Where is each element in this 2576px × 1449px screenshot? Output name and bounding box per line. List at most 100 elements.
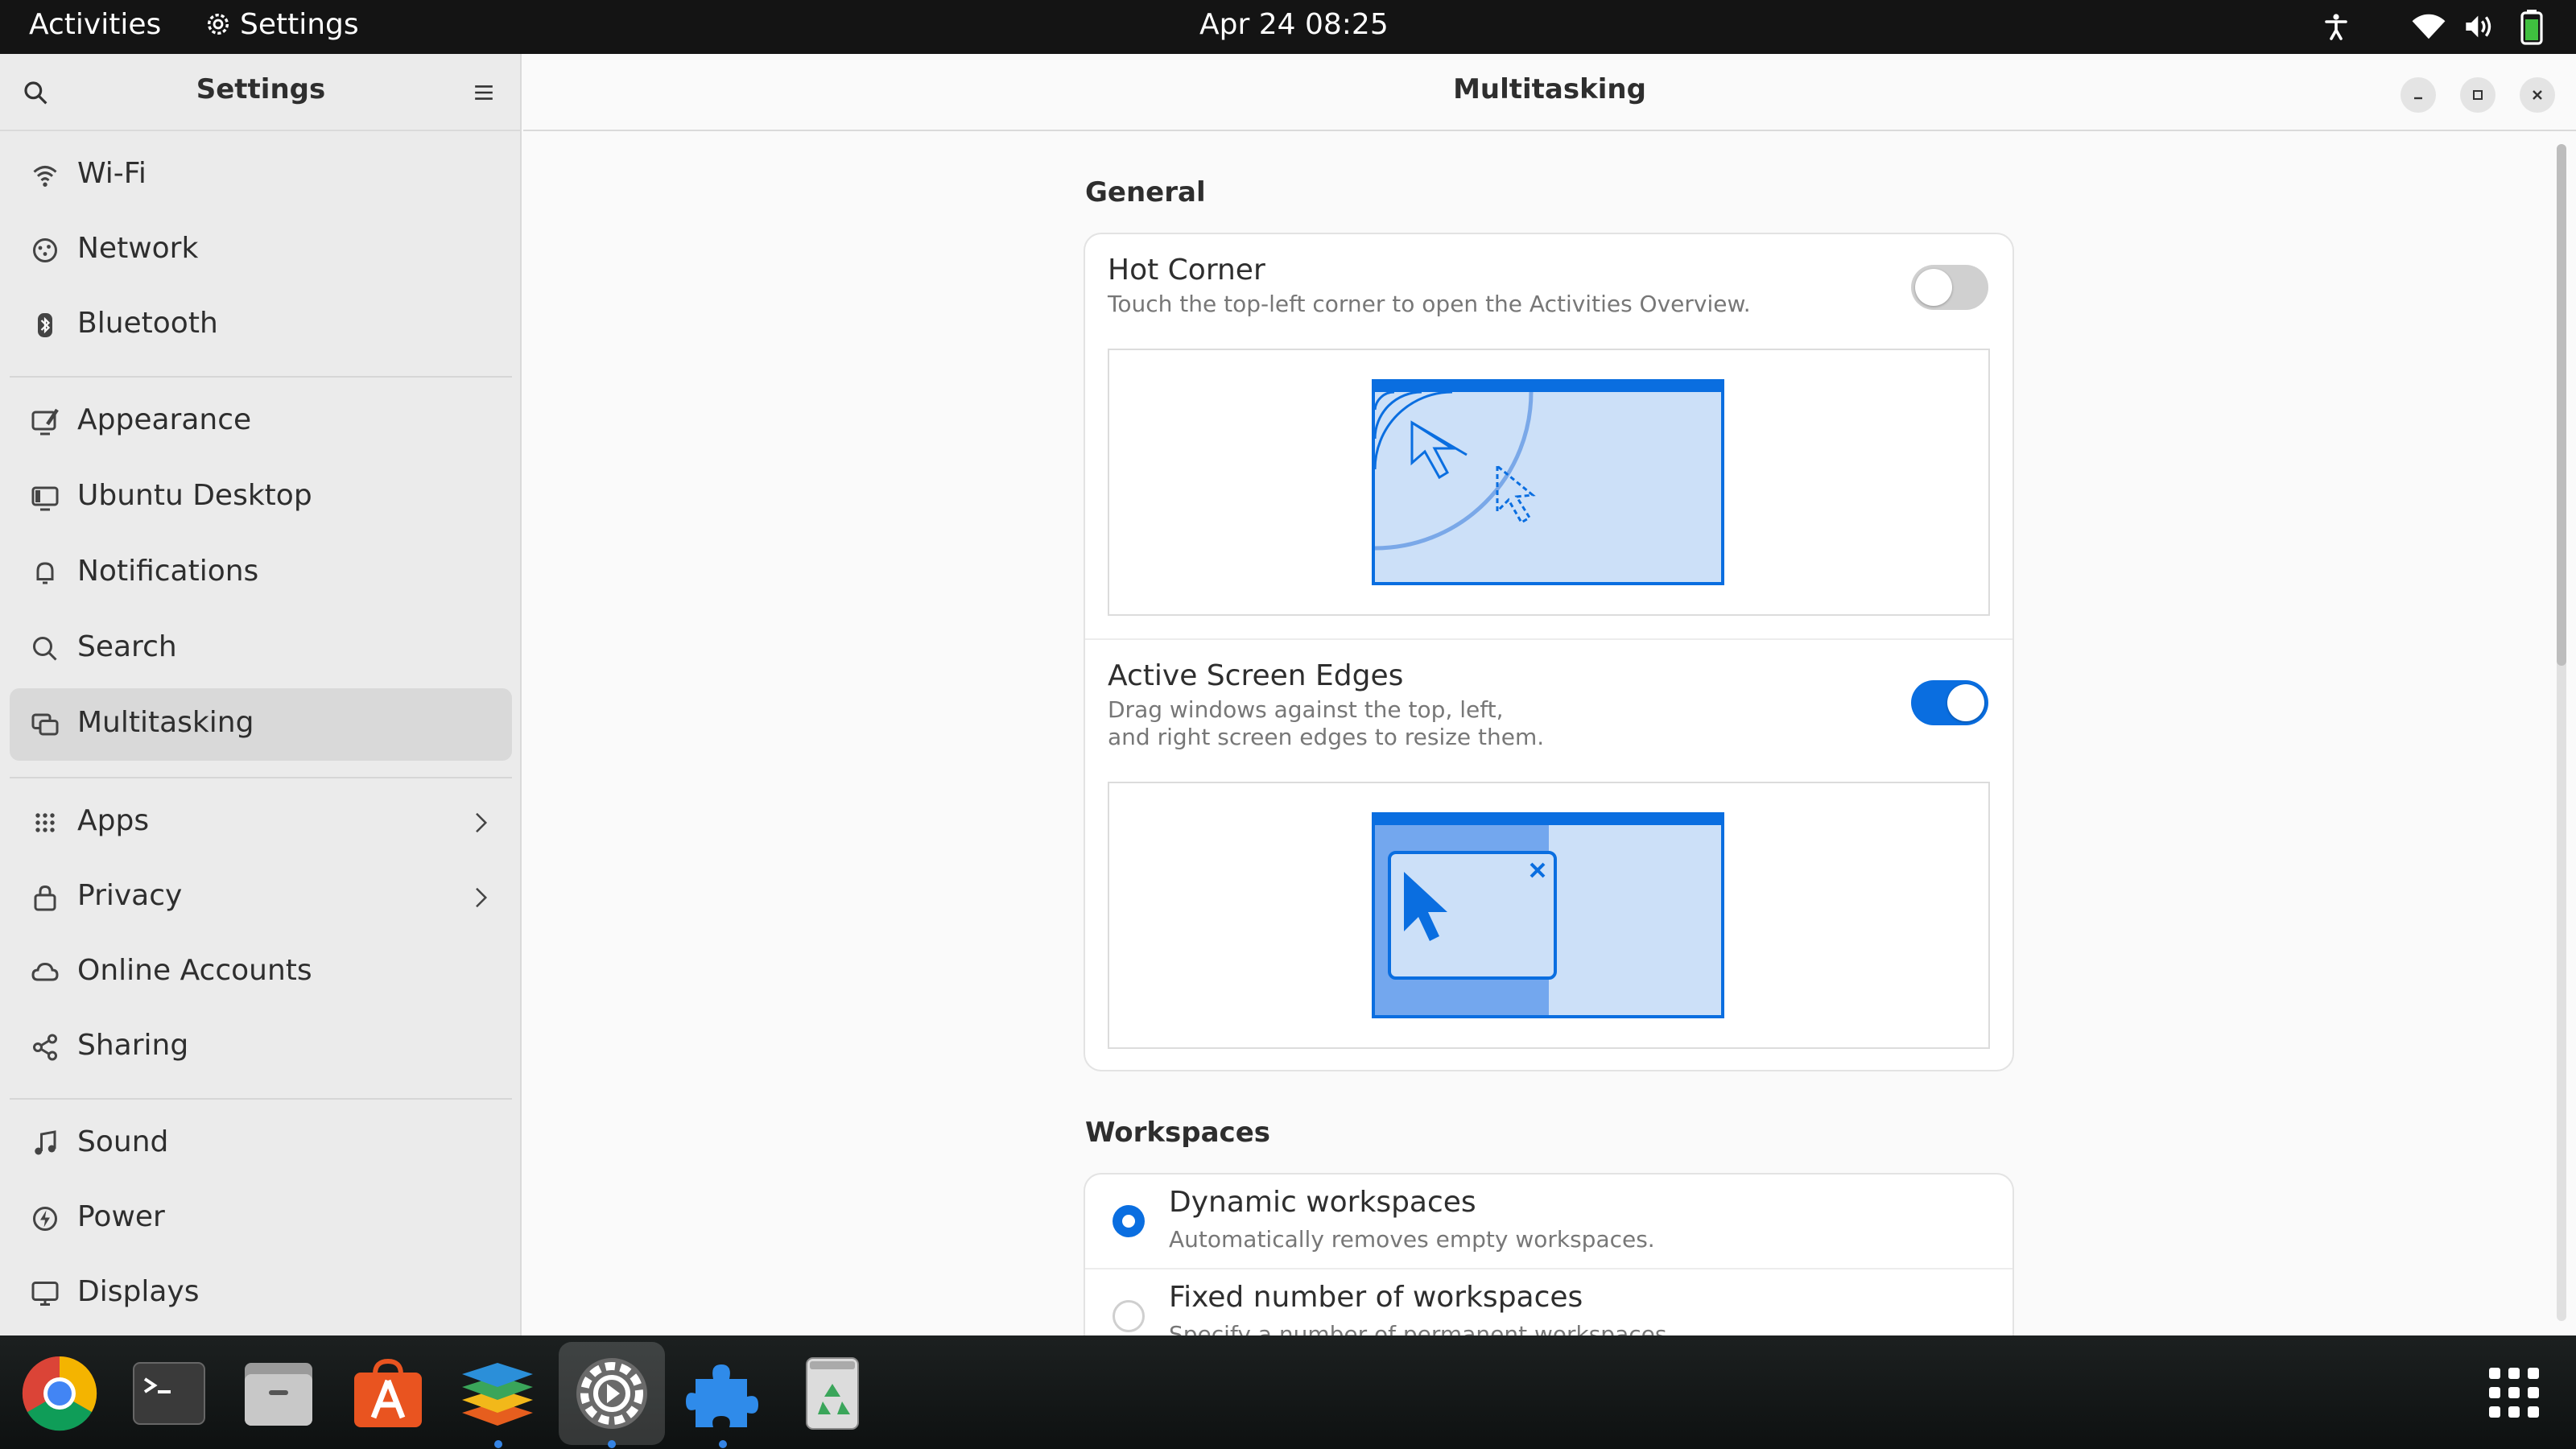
sidebar-item-power[interactable]: Power: [10, 1183, 512, 1255]
sidebar-item-label: Search: [77, 630, 177, 663]
sidebar-item-label: Wi-Fi: [77, 157, 147, 190]
fixed-workspaces-title[interactable]: Fixed number of workspaces: [1169, 1281, 1583, 1314]
sidebar-item-appearance[interactable]: Appearance: [10, 386, 512, 458]
display-icon: [31, 1279, 60, 1308]
wifi-status-icon[interactable]: [2412, 13, 2446, 47]
chevron-right-icon: [469, 886, 493, 910]
close-icon: [2533, 90, 2542, 100]
fixed-workspaces-radio[interactable]: [1113, 1300, 1145, 1332]
sidebar: Settings Wi-Fi Network Bluetooth Appeara…: [0, 54, 522, 1335]
workspaces-section-title: Workspaces: [1085, 1117, 1270, 1149]
hot-corner-title: Hot Corner: [1108, 254, 1265, 287]
running-indicator: [719, 1440, 727, 1448]
sidebar-item-apps[interactable]: Apps: [10, 786, 512, 859]
sidebar-item-label: Multitasking: [77, 706, 254, 739]
clock[interactable]: Apr 24 08:25: [1199, 8, 1389, 41]
sidebar-item-sound[interactable]: Sound: [10, 1108, 512, 1180]
layers-app-icon[interactable]: [459, 1355, 536, 1432]
sidebar-item-label: Displays: [77, 1275, 200, 1308]
dynamic-workspaces-subtitle: Automatically removes empty workspaces.: [1169, 1226, 1655, 1253]
chrome-app-icon[interactable]: [21, 1355, 98, 1432]
sidebar-item-network[interactable]: Network: [10, 214, 512, 287]
running-indicator: [494, 1440, 502, 1448]
header-bar: Multitasking: [523, 54, 2576, 131]
sidebar-title: Settings: [196, 73, 326, 105]
battery-icon[interactable]: [2520, 10, 2544, 52]
close-button[interactable]: [2520, 77, 2555, 113]
sidebar-divider: [10, 376, 512, 378]
search-icon: [31, 634, 60, 663]
bluetooth-icon: [31, 311, 60, 340]
sidebar-item-label: Privacy: [77, 879, 183, 912]
sidebar-item-label: Network: [77, 232, 199, 265]
ubuntu-desktop-icon: [31, 483, 60, 512]
sidebar-divider: [10, 1098, 512, 1100]
sidebar-header: Settings: [0, 54, 520, 131]
top-bar: Activities Settings Apr 24 08:25: [0, 0, 2576, 54]
hot-corner-illustration: [1108, 349, 1990, 616]
sidebar-item-label: Sharing: [77, 1029, 189, 1062]
apps-grid-icon: [31, 808, 60, 837]
network-icon: [31, 236, 60, 265]
sidebar-item-wifi[interactable]: Wi-Fi: [10, 139, 512, 212]
hot-corner-image: [1372, 379, 1724, 585]
dock: [0, 1335, 2576, 1449]
lock-icon: [31, 883, 60, 912]
power-icon: [31, 1204, 60, 1233]
active-edges-switch[interactable]: [1911, 680, 1988, 725]
terminal-app-icon[interactable]: [130, 1355, 208, 1432]
app-center-icon[interactable]: [349, 1355, 427, 1432]
sidebar-item-label: Apps: [77, 804, 150, 837]
appearance-icon: [31, 407, 60, 436]
sidebar-item-privacy[interactable]: Privacy: [10, 861, 512, 934]
share-icon: [31, 1033, 60, 1062]
settings-app-icon[interactable]: [573, 1355, 650, 1432]
workspaces-card: Dynamic workspaces Automatically removes…: [1085, 1174, 2013, 1335]
minimize-button[interactable]: [2401, 77, 2436, 113]
hot-corner-switch[interactable]: [1911, 265, 1988, 310]
app-menu-label[interactable]: Settings: [240, 8, 359, 41]
settings-window: Settings Wi-Fi Network Bluetooth Appeara…: [0, 54, 2576, 1335]
multitasking-icon: [31, 710, 60, 739]
show-apps-grid-icon[interactable]: [2487, 1366, 2541, 1422]
sidebar-divider: [10, 777, 512, 778]
hamburger-menu-icon[interactable]: [473, 83, 494, 105]
fixed-workspaces-subtitle: Specify a number of permanent workspaces…: [1169, 1321, 1674, 1335]
row-separator: [1085, 638, 2013, 640]
active-edges-subtitle-line2: and right screen edges to resize them.: [1108, 724, 1545, 750]
activities-button[interactable]: Activities: [29, 8, 161, 41]
sidebar-item-displays[interactable]: Displays: [10, 1257, 512, 1330]
sidebar-item-notifications[interactable]: Notifications: [10, 537, 512, 609]
scrollbar-thumb[interactable]: [2557, 144, 2566, 666]
sidebar-item-ubuntu-desktop[interactable]: Ubuntu Desktop: [10, 461, 512, 534]
dynamic-workspaces-radio[interactable]: [1113, 1205, 1145, 1237]
accessibility-icon[interactable]: [2322, 11, 2351, 49]
scrollbar[interactable]: [2557, 144, 2566, 1321]
active-edges-illustration: [1108, 782, 1990, 1049]
sidebar-item-search[interactable]: Search: [10, 613, 512, 685]
page-title: Multitasking: [1453, 73, 1646, 105]
main-panel: Multitasking General Hot Corner Touch th…: [523, 54, 2576, 1335]
sidebar-item-bluetooth[interactable]: Bluetooth: [10, 289, 512, 361]
settings-gear-icon: [204, 10, 232, 45]
sidebar-item-label: Ubuntu Desktop: [77, 479, 312, 512]
maximize-button[interactable]: [2460, 77, 2496, 113]
sidebar-item-online-accounts[interactable]: Online Accounts: [10, 936, 512, 1009]
volume-icon[interactable]: [2463, 13, 2496, 47]
sidebar-item-label: Sound: [77, 1125, 169, 1158]
sidebar-item-label: Bluetooth: [77, 307, 218, 340]
dynamic-workspaces-title[interactable]: Dynamic workspaces: [1169, 1186, 1476, 1219]
hot-corner-subtitle: Touch the top-left corner to open the Ac…: [1108, 291, 1751, 317]
sidebar-item-sharing[interactable]: Sharing: [10, 1011, 512, 1084]
chevron-right-icon: [469, 811, 493, 835]
cloud-icon: [31, 958, 60, 987]
sidebar-item-label: Power: [77, 1200, 165, 1233]
trash-icon[interactable]: [794, 1355, 871, 1432]
sidebar-item-multitasking[interactable]: Multitasking: [10, 688, 512, 761]
extensions-app-icon[interactable]: [684, 1355, 762, 1432]
sidebar-item-label: Notifications: [77, 555, 259, 588]
files-app-icon[interactable]: [240, 1355, 317, 1432]
row-separator: [1085, 1268, 2013, 1269]
running-indicator: [608, 1440, 616, 1448]
sidebar-item-label: Online Accounts: [77, 954, 312, 987]
